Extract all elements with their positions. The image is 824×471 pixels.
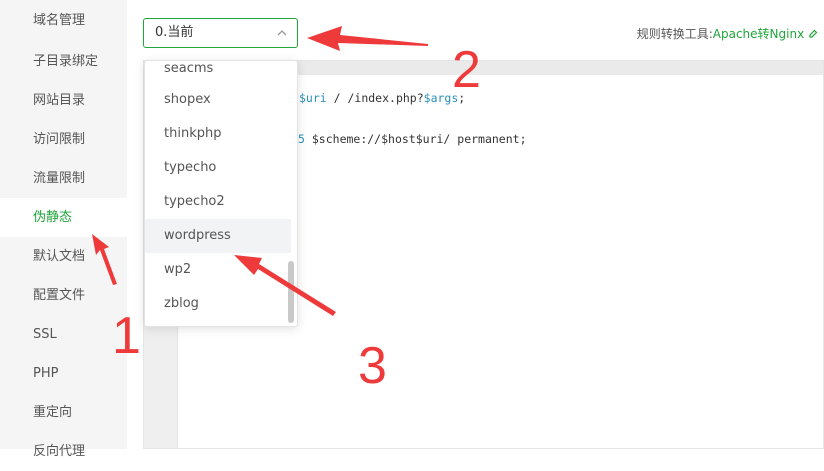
sidebar-item-redirect[interactable]: 重定向 [0,393,127,432]
sidebar-item-domain[interactable]: 域名管理 [0,0,127,42]
sidebar-item-site-dir[interactable]: 网站目录 [0,81,127,120]
rewrite-template-select[interactable]: 0.当前 [143,18,298,48]
sidebar-item-reverse-proxy[interactable]: 反向代理 [0,432,127,471]
dropdown-option[interactable]: thinkphp [145,117,291,151]
sidebar-item-config-file[interactable]: 配置文件 [0,276,127,315]
select-value: 0.当前 [155,25,194,40]
annotation-arrow-2 [307,26,428,51]
chevron-up-icon [277,30,287,36]
sidebar-item-traffic-limit[interactable]: 流量限制 [0,159,127,198]
rule-conversion-tool: 规则转换工具:Apache转Nginx [637,25,818,42]
annotation-number-1: 1 [112,307,141,365]
dropdown-scrollbar[interactable] [288,261,294,323]
sidebar-item-access-limit[interactable]: 访问限制 [0,120,127,159]
annotation-number-2: 2 [452,41,481,99]
dropdown-option[interactable]: typecho2 [145,185,291,219]
sidebar-item-ssl[interactable]: SSL [0,315,127,354]
dropdown-option[interactable]: typecho [145,151,291,185]
annotation-number-3: 3 [358,337,387,395]
settings-sidebar: 域名管理 子目录绑定 网站目录 访问限制 流量限制 伪静态 默认文档 配置文件 … [0,0,127,459]
dropdown-option[interactable]: wp2 [145,253,291,287]
sidebar-item-subdir[interactable]: 子目录绑定 [0,42,127,81]
dropdown-option[interactable]: zblog [145,287,291,321]
link-icon [809,29,818,38]
sidebar-item-php[interactable]: PHP [0,354,127,393]
code-line-2: 5 $scheme://$host$uri/ permanent; [298,132,527,146]
sidebar-item-rewrite[interactable]: 伪静态 [0,198,127,237]
sidebar-item-default-doc[interactable]: 默认文档 [0,237,127,276]
dropdown-option-highlighted[interactable]: wordpress [145,219,291,253]
apache-to-nginx-link[interactable]: Apache转Nginx [713,27,818,41]
dropdown-option[interactable]: shopex [145,83,291,117]
rewrite-template-dropdown: seacms shopex thinkphp typecho typecho2 … [144,60,298,327]
code-line-1: $uri / /index.php?$args; [299,91,466,105]
